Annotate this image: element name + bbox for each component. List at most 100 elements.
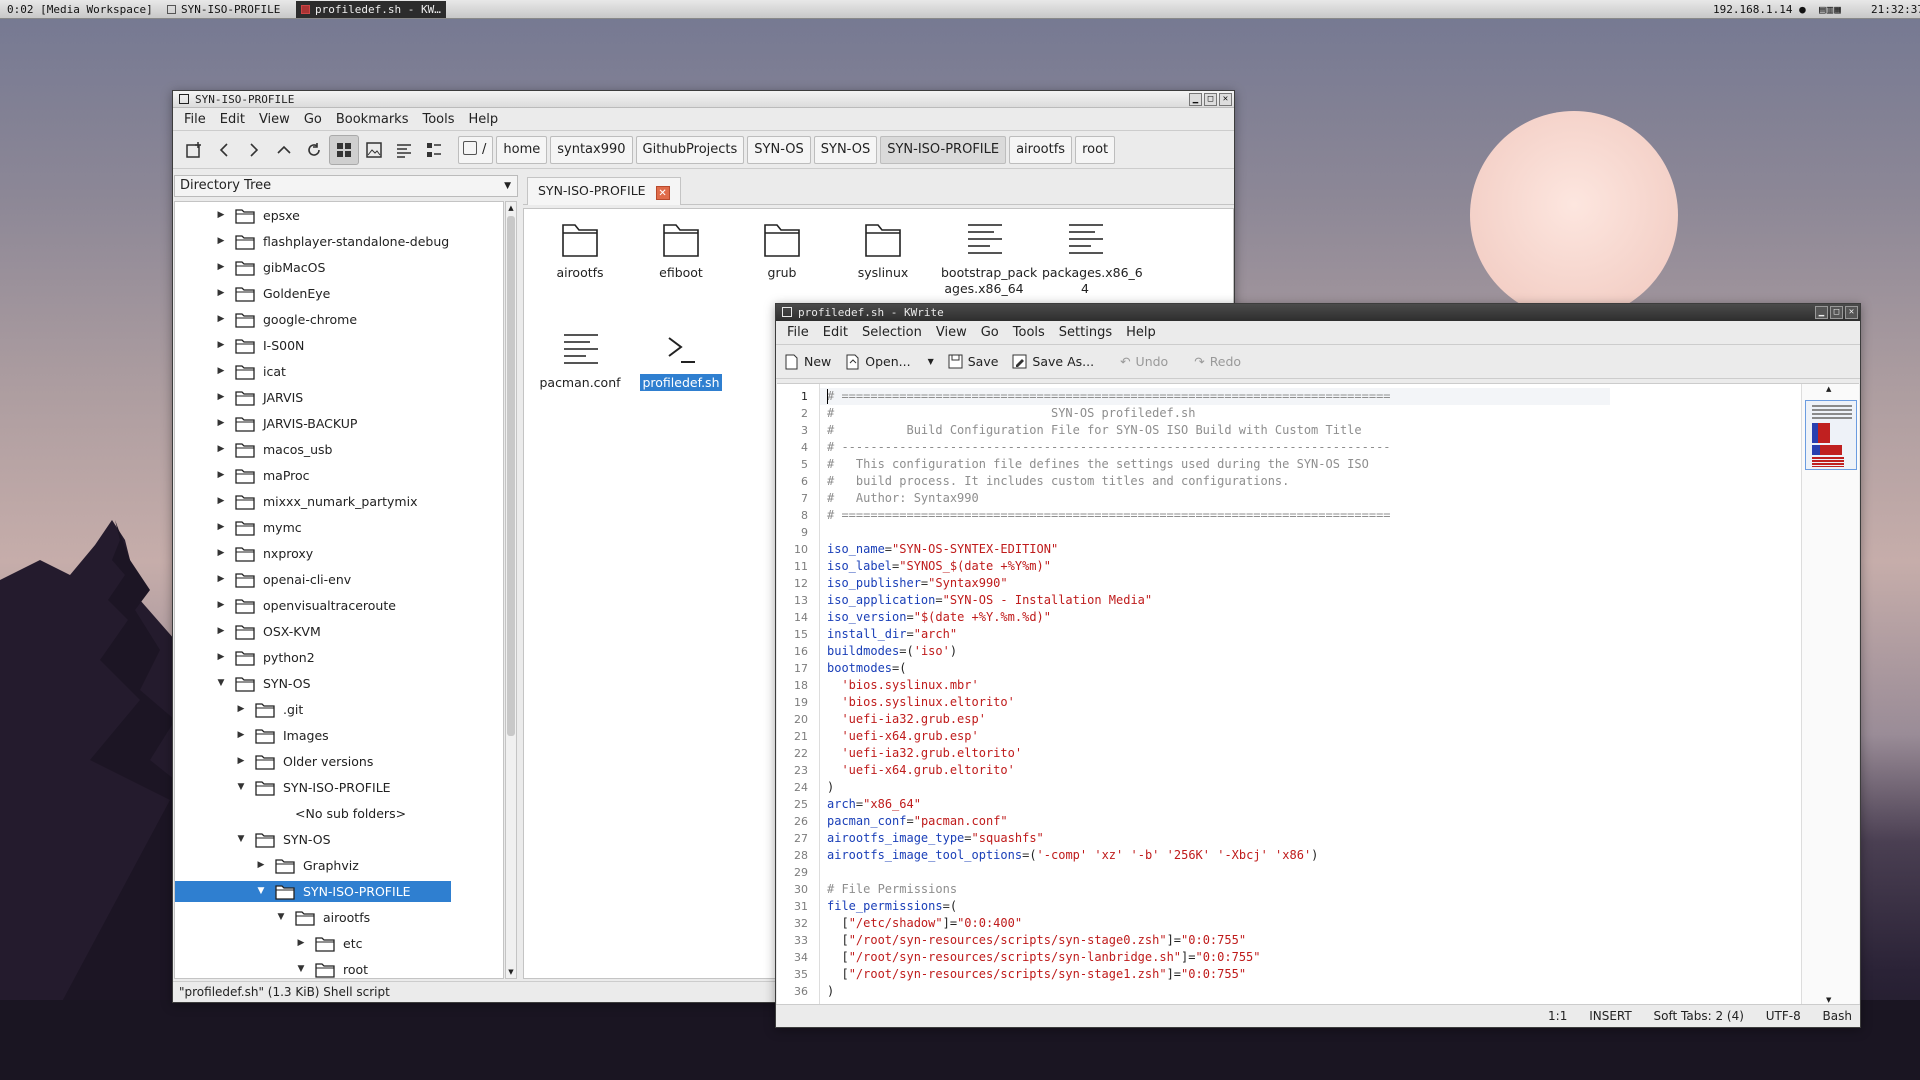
menu-help[interactable]: Help [462, 112, 506, 127]
chevron-down-icon[interactable]: ▼ [928, 357, 934, 366]
crumb-syn-iso-profile[interactable]: SYN-ISO-PROFILE [880, 135, 1007, 164]
thumbnail-view-icon[interactable] [359, 135, 389, 165]
scroll-up-icon[interactable]: ▲ [506, 202, 516, 214]
tree-item[interactable]: ▼ SYN-ISO-PROFILE [235, 777, 391, 798]
collapsed-arrow-icon[interactable]: ▶ [215, 413, 227, 434]
code-text[interactable]: # ======================================… [827, 388, 1567, 1000]
code-line[interactable]: 'uefi-ia32.grub.esp' [827, 711, 1567, 728]
file-item[interactable]: efiboot [638, 219, 724, 281]
code-line[interactable]: install_dir="arch" [827, 626, 1567, 643]
collapsed-arrow-icon[interactable]: ▶ [215, 283, 227, 304]
maximize-button[interactable]: □ [1830, 306, 1843, 319]
crumb-syn-os-2[interactable]: SYN-OS [813, 135, 878, 164]
code-line[interactable]: file_permissions=( [827, 898, 1567, 915]
open-button[interactable]: Open... ▼ [845, 354, 934, 370]
tree-item[interactable]: ▼ SYN-ISO-PROFILE [175, 881, 451, 902]
code-line[interactable]: # --------------------------------------… [827, 439, 1567, 456]
menu-go[interactable]: Go [974, 325, 1006, 340]
save-button[interactable]: Save [948, 354, 998, 369]
tree-item[interactable]: ▶ gibMacOS [215, 257, 325, 278]
code-line[interactable]: iso_application="SYN-OS - Installation M… [827, 592, 1567, 609]
close-button[interactable]: ✕ [1219, 93, 1232, 106]
taskbar-item-filemanager[interactable]: SYN-ISO-PROFILE [162, 1, 285, 18]
collapsed-arrow-icon[interactable]: ▶ [235, 751, 247, 772]
collapsed-arrow-icon[interactable]: ▶ [215, 465, 227, 486]
tree-item[interactable]: ▶ Older versions [235, 751, 373, 772]
tree-item[interactable]: ▶ JARVIS-BACKUP [215, 413, 357, 434]
expanded-arrow-icon[interactable]: ▼ [235, 829, 247, 850]
file-item[interactable]: syslinux [840, 219, 926, 281]
code-line[interactable]: # Build Configuration File for SYN-OS IS… [827, 422, 1567, 439]
menu-edit[interactable]: Edit [816, 325, 855, 340]
file-manager-titlebar[interactable]: SYN-ISO-PROFILE ▁ □ ✕ [173, 91, 1234, 108]
collapsed-arrow-icon[interactable]: ▶ [215, 231, 227, 252]
code-line[interactable]: ["/root/syn-resources/scripts/syn-stage1… [827, 966, 1567, 983]
tree-item[interactable]: ▶ maProc [215, 465, 310, 486]
tree-item[interactable]: ▶ epsxe [215, 205, 300, 226]
code-line[interactable]: pacman_conf="pacman.conf" [827, 813, 1567, 830]
tree-item[interactable]: ▼ root [295, 959, 368, 978]
crumb-root[interactable]: / [458, 135, 494, 164]
menu-file[interactable]: File [177, 112, 213, 127]
menu-go[interactable]: Go [297, 112, 329, 127]
code-line[interactable]: 'bios.syslinux.mbr' [827, 677, 1567, 694]
code-line[interactable]: buildmodes=('iso') [827, 643, 1567, 660]
workspace-indicator[interactable]: 0:02 [Media Workspace] [2, 1, 158, 18]
minimap[interactable]: ▲ ▼ [1801, 384, 1859, 1005]
collapsed-arrow-icon[interactable]: ▶ [215, 595, 227, 616]
code-line[interactable]: 'uefi-ia32.grub.eltorito' [827, 745, 1567, 762]
tree-item[interactable]: ▶ .git [235, 699, 303, 720]
expanded-arrow-icon[interactable]: ▼ [255, 881, 267, 902]
file-item[interactable]: packages.x86_6 4 [1042, 219, 1143, 297]
expanded-arrow-icon[interactable]: ▼ [235, 777, 247, 798]
crumb-root[interactable]: root [1075, 135, 1116, 164]
file-item[interactable]: pacman.conf [537, 329, 623, 391]
code-line[interactable] [827, 864, 1567, 881]
undo-button[interactable]: ↶ Undo [1120, 354, 1168, 369]
close-button[interactable]: ✕ [1845, 306, 1858, 319]
code-line[interactable]: airootfs_image_type="squashfs" [827, 830, 1567, 847]
back-icon[interactable] [209, 135, 239, 165]
tree-item[interactable]: ▼ airootfs [275, 907, 370, 928]
crumb-home[interactable]: home [496, 135, 548, 164]
tree-item[interactable]: ▶ mixxx_numark_partymix [215, 491, 417, 512]
code-line[interactable]: ["/root/syn-resources/scripts/syn-stage0… [827, 932, 1567, 949]
collapsed-arrow-icon[interactable]: ▶ [215, 439, 227, 460]
tree-item[interactable]: ▶ flashplayer-standalone-debug [215, 231, 449, 252]
code-line[interactable]: ["/etc/shadow"]="0:0:400" [827, 915, 1567, 932]
code-line[interactable]: 'uefi-x64.grub.eltorito' [827, 762, 1567, 779]
minimize-button[interactable]: ▁ [1815, 306, 1828, 319]
collapsed-arrow-icon[interactable]: ▶ [215, 569, 227, 590]
tree-item[interactable]: ▶ GoldenEye [215, 283, 330, 304]
tree-item[interactable]: ▶ nxproxy [215, 543, 313, 564]
tree-item[interactable]: ▶ etc [295, 933, 362, 954]
tree-item[interactable]: ▶ google-chrome [215, 309, 357, 330]
crumb-airootfs[interactable]: airootfs [1009, 135, 1073, 164]
tree-item[interactable]: ▶ JARVIS [215, 387, 303, 408]
collapsed-arrow-icon[interactable]: ▶ [215, 309, 227, 330]
code-line[interactable]: # build process. It includes custom titl… [827, 473, 1567, 490]
code-line[interactable] [827, 524, 1567, 541]
tree-item[interactable]: ▶ I-S00N [215, 335, 304, 356]
tree-item[interactable]: ▼ SYN-OS [215, 673, 311, 694]
expanded-arrow-icon[interactable]: ▼ [215, 673, 227, 694]
tab-syn-iso-profile[interactable]: SYN-ISO-PROFILE ✕ [527, 177, 681, 205]
scrollbar-thumb[interactable] [507, 216, 515, 736]
input-mode[interactable]: INSERT [1589, 1009, 1632, 1023]
crumb-githubprojects[interactable]: GithubProjects [635, 135, 745, 164]
icon-view-icon[interactable] [329, 134, 359, 165]
scroll-up-icon[interactable]: ▲ [1826, 385, 1831, 393]
collapsed-arrow-icon[interactable]: ▶ [235, 725, 247, 746]
up-icon[interactable] [269, 135, 299, 165]
kwrite-titlebar[interactable]: profiledef.sh - KWrite ▁ □ ✕ [776, 304, 1860, 321]
tree-item[interactable]: ▶ icat [215, 361, 286, 382]
menu-file[interactable]: File [780, 325, 816, 340]
menu-tools[interactable]: Tools [1006, 325, 1052, 340]
code-line[interactable]: # Author: Syntax990 [827, 490, 1567, 507]
file-item[interactable]: profiledef.sh [638, 329, 724, 391]
file-item[interactable]: airootfs [537, 219, 623, 281]
tree-item[interactable]: ▶ openvisualtraceroute [215, 595, 396, 616]
tray-icons[interactable]: ▤▥▦ [1814, 1, 1847, 18]
scroll-down-icon[interactable]: ▼ [1826, 996, 1831, 1004]
collapsed-arrow-icon[interactable]: ▶ [255, 855, 267, 876]
